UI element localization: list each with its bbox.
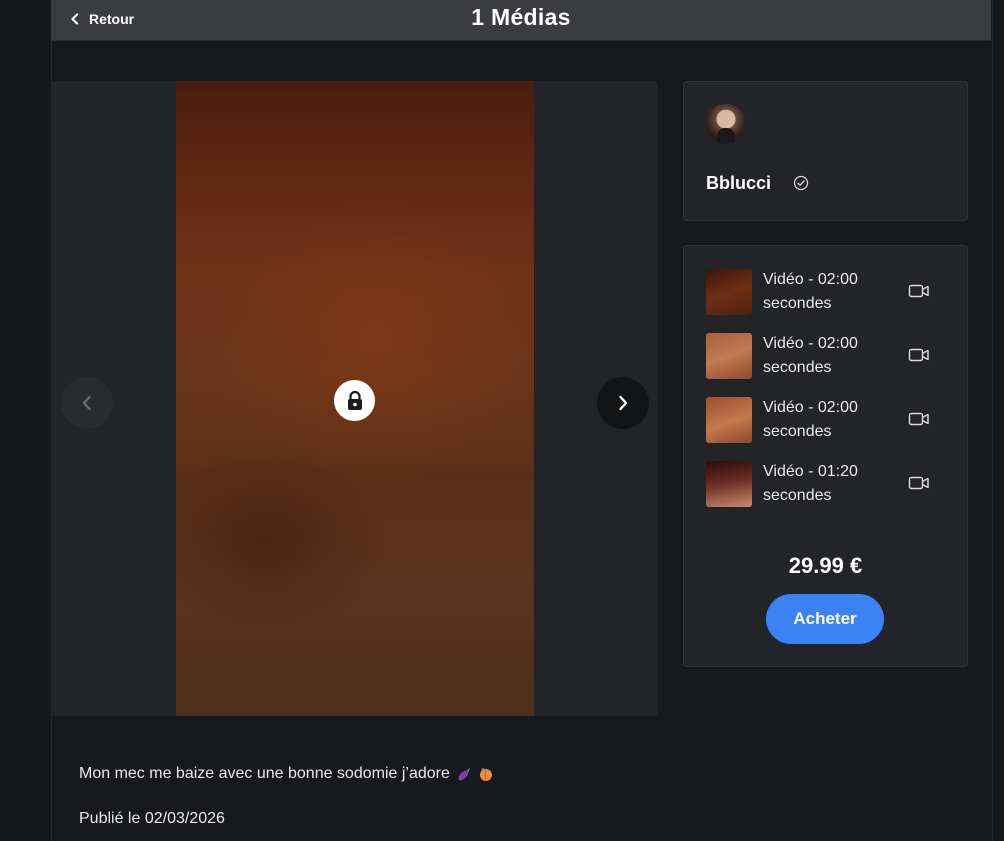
media-label: Vidéo - 02:00 secondes bbox=[763, 399, 858, 440]
media-thumbnail bbox=[706, 333, 752, 379]
list-item[interactable]: Vidéo - 02:00 secondes bbox=[706, 396, 946, 444]
media-label: Vidéo - 02:00 secondes bbox=[763, 271, 858, 312]
media-thumbnail bbox=[706, 269, 752, 315]
top-bar: Retour 1 Médias bbox=[51, 0, 991, 41]
media-label: Vidéo - 01:20 secondes bbox=[763, 463, 858, 504]
video-camera-icon bbox=[908, 284, 929, 298]
next-button[interactable] bbox=[597, 377, 649, 429]
avatar[interactable] bbox=[706, 104, 746, 144]
lock-icon bbox=[334, 380, 375, 421]
published-date: Publié le 02/03/2026 bbox=[79, 810, 225, 827]
list-item[interactable]: Vidéo - 01:20 secondes bbox=[706, 460, 946, 508]
previous-button[interactable] bbox=[61, 377, 113, 429]
list-item[interactable]: Vidéo - 02:00 secondes bbox=[706, 332, 946, 380]
creator-profile-card: Bblucci bbox=[683, 81, 968, 221]
eggplant-emoji-icon bbox=[458, 768, 470, 781]
media-thumbnail bbox=[706, 397, 752, 443]
peach-emoji-icon bbox=[479, 768, 492, 782]
media-thumbnail bbox=[706, 461, 752, 507]
caption-text: Mon mec me baize avec une bonne sodomie … bbox=[79, 765, 450, 782]
verified-check-icon bbox=[793, 175, 809, 191]
list-item[interactable]: Vidéo - 02:00 secondes bbox=[706, 268, 946, 316]
purchase-card: Vidéo - 02:00 secondes Vidéo - 02:00 sec… bbox=[683, 245, 968, 667]
buy-button[interactable]: Acheter bbox=[766, 594, 884, 644]
video-camera-icon bbox=[908, 412, 929, 426]
video-camera-icon bbox=[908, 348, 929, 362]
media-label: Vidéo - 02:00 secondes bbox=[763, 335, 858, 376]
price: 29.99 € bbox=[788, 553, 863, 578]
chevron-left-icon bbox=[82, 395, 91, 411]
media-viewer bbox=[51, 81, 658, 716]
post-caption: Mon mec me baize avec une bonne sodomie … bbox=[79, 765, 494, 783]
chevron-right-icon bbox=[619, 395, 628, 411]
left-gutter bbox=[0, 0, 51, 841]
media-list: Vidéo - 02:00 secondes Vidéo - 02:00 sec… bbox=[706, 268, 946, 524]
creator-name[interactable]: Bblucci bbox=[706, 173, 771, 194]
video-camera-icon bbox=[908, 476, 929, 490]
page-title: 1 Médias bbox=[471, 4, 571, 30]
